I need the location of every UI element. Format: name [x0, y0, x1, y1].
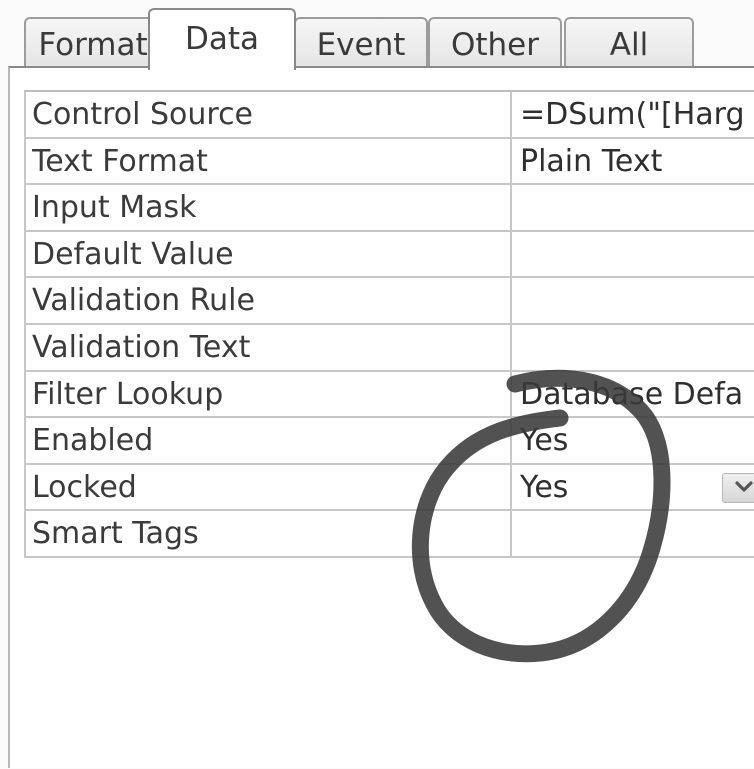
property-row-enabled[interactable]: Enabled Yes — [24, 418, 754, 465]
property-name: Control Source — [32, 97, 254, 132]
property-value-validation-text[interactable] — [510, 324, 754, 370]
tab-all[interactable]: All — [564, 17, 694, 69]
property-value-locked[interactable]: Yes — [510, 464, 754, 510]
property-name: Filter Lookup — [32, 376, 224, 412]
chevron-down-icon[interactable] — [722, 472, 754, 503]
property-row-text-format[interactable]: Text Format Plain Text — [24, 138, 754, 186]
property-row-locked[interactable]: Locked Yes — [24, 464, 754, 512]
property-value-smart-tags[interactable] — [510, 511, 754, 556]
property-value-validation-rule[interactable] — [510, 278, 754, 323]
property-value-enabled[interactable]: Yes — [510, 418, 754, 463]
property-name: Locked — [32, 469, 137, 505]
property-name: Validation Rule — [32, 283, 255, 319]
property-name: Smart Tags — [32, 516, 199, 552]
property-sheet: Format Data Event Other All Control Sour… — [0, 0, 754, 769]
property-name: Text Format — [32, 143, 208, 179]
property-name: Enabled — [32, 423, 154, 459]
property-name: Input Mask — [32, 190, 197, 226]
property-row-validation-rule[interactable]: Validation Rule — [24, 278, 754, 325]
property-row-filter-lookup[interactable]: Filter Lookup Database Defa — [24, 371, 754, 419]
tab-format[interactable]: Format — [24, 17, 162, 69]
tab-event[interactable]: Event — [294, 17, 428, 69]
property-value-default-value[interactable] — [510, 231, 754, 277]
property-name: Default Value — [32, 236, 234, 272]
property-row-default-value[interactable]: Default Value — [24, 231, 754, 279]
tab-other[interactable]: Other — [428, 17, 562, 69]
property-grid: Control Source =DSum("[Harg Text Format … — [24, 90, 754, 558]
property-value-control-source[interactable]: =DSum("[Harg — [510, 92, 754, 137]
property-value-text-format[interactable]: Plain Text — [510, 138, 754, 184]
property-name: Validation Text — [32, 329, 251, 365]
property-value-input-mask[interactable] — [510, 185, 754, 230]
property-row-validation-text[interactable]: Validation Text — [24, 324, 754, 372]
property-row-smart-tags[interactable]: Smart Tags — [24, 511, 754, 558]
property-tabs: Format Data Event Other All — [18, 8, 754, 70]
property-row-control-source[interactable]: Control Source =DSum("[Harg — [24, 92, 754, 139]
tab-data[interactable]: Data — [148, 8, 296, 70]
property-row-input-mask[interactable]: Input Mask — [24, 185, 754, 232]
property-value-filter-lookup[interactable]: Database Defa — [510, 371, 754, 417]
